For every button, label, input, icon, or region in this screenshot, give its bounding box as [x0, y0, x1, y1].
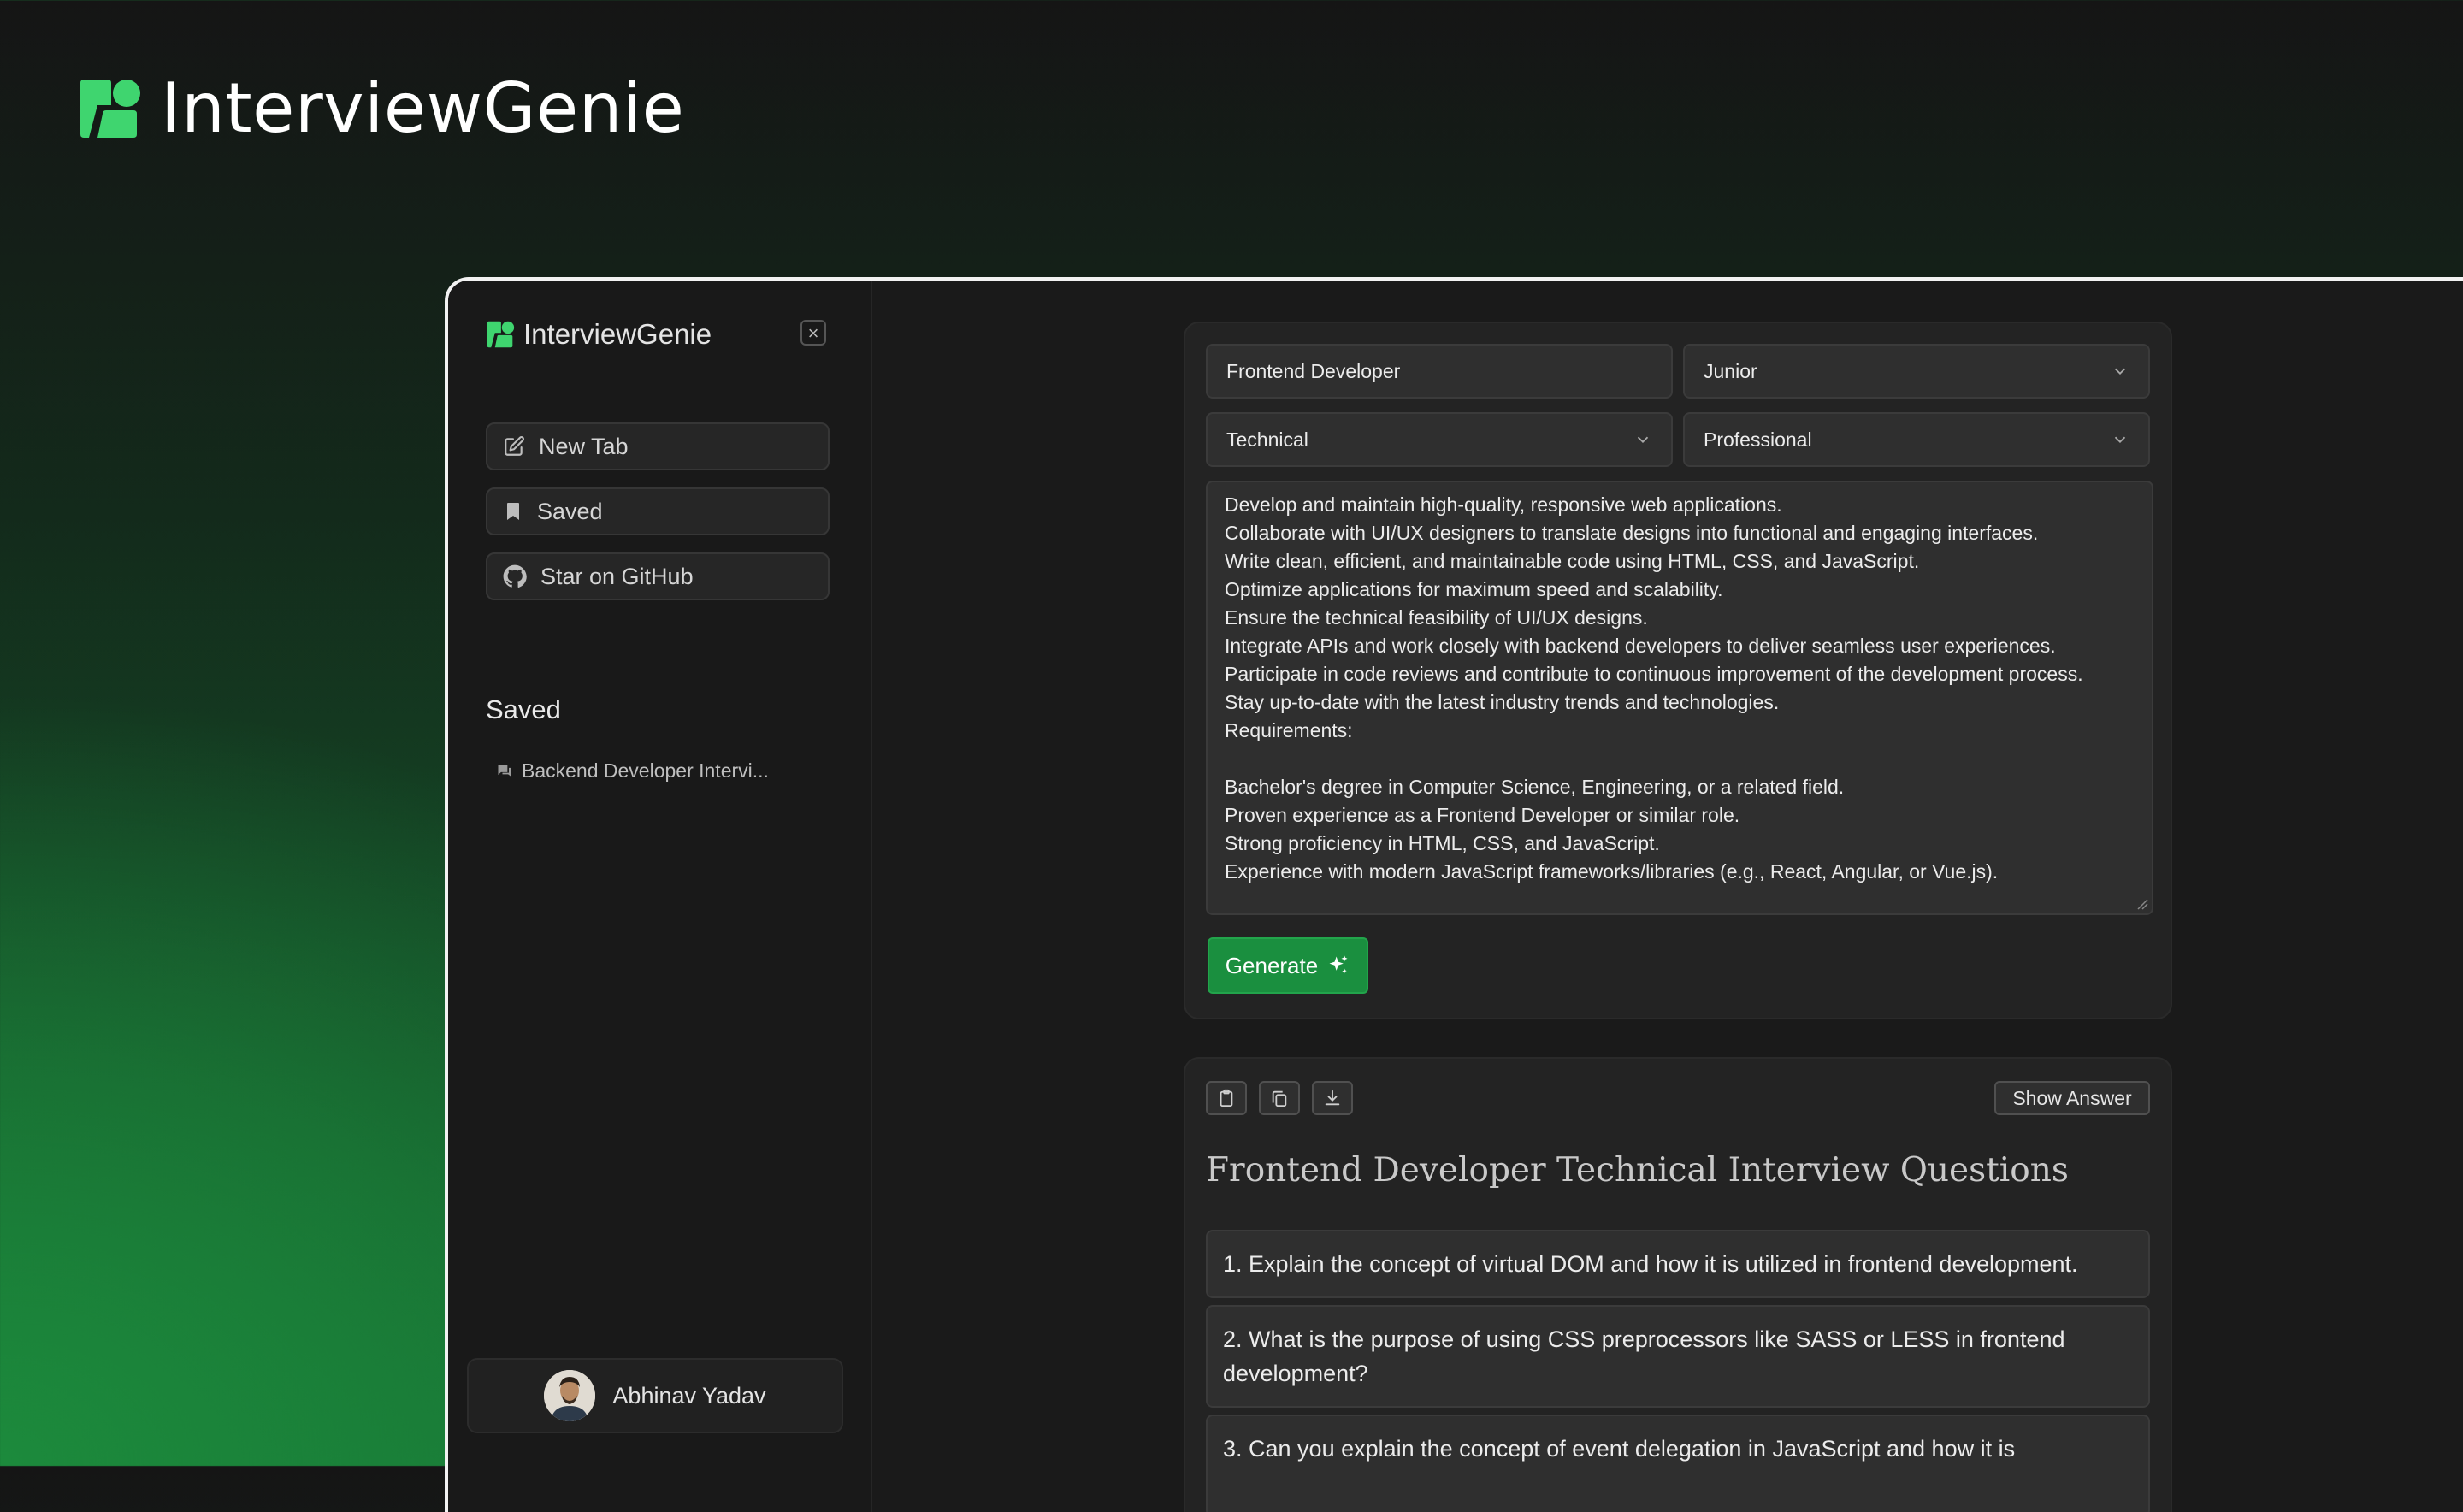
generator-form: Frontend Developer Junior Technical Prof…: [1184, 322, 2172, 1019]
hero-brand: InterviewGenie: [77, 68, 684, 148]
bookmark-icon: [507, 503, 519, 520]
interview-type-value: Technical: [1226, 428, 1308, 451]
download-icon: [1325, 1090, 1340, 1106]
user-profile[interactable]: Abhinav Yadav: [467, 1358, 843, 1433]
genie-logo-icon: [80, 79, 140, 138]
questions-title: Frontend Developer Technical Interview Q…: [1206, 1151, 2069, 1190]
sidebar-brand: InterviewGenie: [486, 318, 712, 351]
new-tab-label: New Tab: [539, 433, 629, 459]
copy-button[interactable]: [1259, 1081, 1300, 1115]
copy-icon: [1272, 1090, 1287, 1107]
new-tab-button[interactable]: New Tab: [486, 422, 830, 470]
saved-item-label: Backend Developer Intervi...: [522, 759, 769, 782]
interview-type-select[interactable]: Technical: [1206, 412, 1673, 467]
download-button[interactable]: [1312, 1081, 1353, 1115]
chevron-down-icon: [2114, 368, 2126, 375]
saved-label: Saved: [537, 498, 603, 524]
generate-button[interactable]: Generate: [1208, 937, 1368, 994]
chevron-down-icon: [2114, 436, 2126, 444]
question-card[interactable]: 1. Explain the concept of virtual DOM an…: [1206, 1230, 2150, 1298]
show-answer-button[interactable]: Show Answer: [1994, 1081, 2150, 1115]
resize-handle-icon[interactable]: [2136, 898, 2148, 910]
clipboard-button[interactable]: [1206, 1081, 1247, 1115]
genie-logo-icon: [487, 321, 515, 348]
tone-value: Professional: [1704, 428, 1812, 451]
edit-icon: [505, 436, 524, 456]
chat-icon: [498, 765, 511, 777]
experience-level-select[interactable]: Junior: [1683, 344, 2150, 399]
user-name: Abhinav Yadav: [612, 1382, 766, 1409]
generate-label: Generate: [1225, 952, 1319, 978]
avatar: [544, 1370, 596, 1421]
close-icon[interactable]: ×: [800, 320, 826, 346]
experience-level-value: Junior: [1704, 359, 1757, 382]
question-card[interactable]: 3. Can you explain the concept of event …: [1206, 1415, 2150, 1512]
sidebar-brand-name: InterviewGenie: [523, 318, 712, 350]
question-card[interactable]: 2. What is the purpose of using CSS prep…: [1206, 1305, 2150, 1408]
job-role-input[interactable]: Frontend Developer: [1206, 344, 1673, 399]
results-panel: Show Answer Frontend Developer Technical…: [1184, 1057, 2172, 1512]
job-role-value: Frontend Developer: [1226, 359, 1401, 382]
app-window: InterviewGenie × New Tab Saved Star on G…: [445, 277, 2463, 1512]
chevron-down-icon: [1637, 436, 1649, 444]
clipboard-icon: [1220, 1089, 1233, 1107]
job-description-textarea[interactable]: Develop and maintain high-quality, respo…: [1206, 481, 2153, 915]
star-github-button[interactable]: Star on GitHub: [486, 552, 830, 600]
hero-brand-name: InterviewGenie: [161, 68, 685, 148]
saved-button[interactable]: Saved: [486, 487, 830, 535]
star-github-label: Star on GitHub: [540, 563, 694, 589]
sparkles-icon: [1329, 955, 1348, 974]
github-icon: [503, 564, 527, 588]
saved-item[interactable]: Backend Developer Intervi...: [496, 759, 769, 783]
saved-heading: Saved: [486, 694, 561, 724]
sidebar: InterviewGenie × New Tab Saved Star on G…: [448, 281, 872, 1512]
tone-select[interactable]: Professional: [1683, 412, 2150, 467]
